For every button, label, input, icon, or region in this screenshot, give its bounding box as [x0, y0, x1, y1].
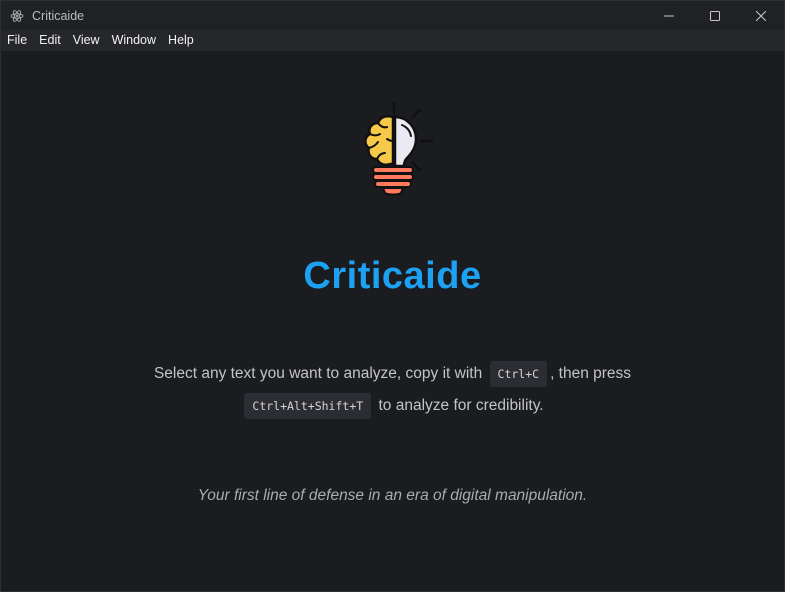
minimize-button[interactable]: [646, 1, 692, 30]
copy-shortcut-key: Ctrl+C: [489, 360, 548, 387]
maximize-button[interactable]: [692, 1, 738, 30]
close-button[interactable]: [738, 1, 784, 30]
maximize-icon: [710, 10, 720, 21]
main-content: Criticaide Select any text you want to a…: [1, 51, 784, 592]
menu-bar: File Edit View Window Help: [1, 30, 784, 51]
app-heading: Criticaide: [303, 255, 482, 297]
instruction-text-1: Select any text you want to analyze, cop…: [153, 365, 483, 382]
app-window: Criticaide File Edit View Window Help Cr…: [0, 0, 785, 592]
minimize-icon: [664, 15, 674, 16]
menu-edit[interactable]: Edit: [33, 30, 67, 51]
title-bar[interactable]: Criticaide: [1, 1, 784, 30]
menu-window[interactable]: Window: [106, 30, 162, 51]
close-icon: [756, 10, 766, 21]
window-controls: [646, 1, 784, 30]
electron-icon: [9, 8, 25, 24]
menu-help[interactable]: Help: [162, 30, 200, 51]
tagline: Your first line of defense in an era of …: [197, 487, 588, 504]
instruction-text-2: , then press: [550, 365, 632, 382]
menu-file[interactable]: File: [1, 30, 33, 51]
brain-lightbulb-icon: [350, 101, 440, 201]
instructions: Select any text you want to analyze, cop…: [1, 358, 784, 422]
instruction-text-3: to analyze for credibility.: [378, 397, 544, 414]
window-title: Criticaide: [32, 8, 85, 23]
analyze-shortcut-key: Ctrl+Alt+Shift+T: [244, 392, 372, 419]
menu-view[interactable]: View: [67, 30, 106, 51]
